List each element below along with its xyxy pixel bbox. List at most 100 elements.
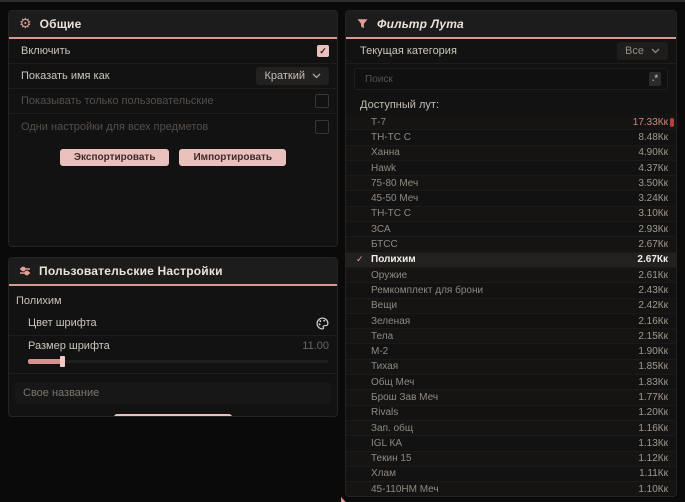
loot-row[interactable]: ✓ Rivals 1.20Кк (346, 406, 676, 421)
loot-row[interactable]: ✓ ЗСА 2.93Кк (346, 222, 676, 238)
loot-item-value: 3.10Кк (638, 208, 668, 220)
loot-item-value: 1.77Кк (638, 391, 668, 403)
font-color-row[interactable]: Цвет шрифта (9, 311, 337, 336)
delete-button[interactable]: Удалить (114, 414, 232, 416)
font-size-value: 11.00 (302, 340, 329, 352)
enable-checkbox[interactable]: ✓ (317, 45, 329, 57)
search-input[interactable]: Поиск .* (354, 68, 668, 90)
category-dropdown[interactable]: Все (617, 42, 668, 60)
loot-item-name: М-2 (371, 346, 389, 358)
loot-item-value: 2.61Кк (638, 269, 668, 281)
loot-row[interactable]: ✓ 45-50 Меч 3.24Кк (346, 191, 676, 207)
mouse-cursor-icon (340, 496, 350, 502)
loot-item-name: Тела (371, 330, 394, 342)
loot-row[interactable]: ✓ Полихим 2.67Кк (346, 252, 676, 268)
loot-item-value: 8.48Кк (638, 131, 668, 143)
gear-icon: ⚙ (19, 16, 32, 32)
slider-fill (28, 359, 62, 364)
setting-row-enable[interactable]: Включить ✓ (9, 39, 337, 64)
loot-item-name: Hawk (371, 162, 397, 174)
category-row[interactable]: Текущая категория Все (346, 39, 676, 64)
slider-handle[interactable] (60, 356, 65, 367)
enable-label: Включить (21, 45, 71, 57)
loot-item-name: ТН-ТС С (371, 131, 411, 143)
loot-row[interactable]: ✓ Вещи 2.42Кк (346, 298, 676, 314)
loot-row[interactable]: ✓ ТН-ТС С 3.10Кк (346, 206, 676, 223)
loot-item-name: Оружие (371, 269, 408, 281)
loot-row[interactable]: ✓ Оружие 2.61Кк (346, 267, 676, 284)
loot-row[interactable]: ✓ Зеленая 2.16Кк (346, 314, 676, 330)
font-size-row: Размер шрифта 11.00 (9, 336, 337, 374)
regex-icon[interactable]: .* (648, 72, 661, 86)
loot-item-name: 75-80 Меч (371, 177, 419, 189)
sliders-icon (19, 265, 31, 277)
loot-row[interactable]: ✓ Тела 2.15Кк (346, 329, 676, 345)
export-button[interactable]: Экспортировать (59, 149, 170, 166)
loot-item-value: 2.43Кк (638, 284, 668, 296)
loot-item-value: 1.12Кк (638, 453, 668, 465)
loot-list-label: Доступный лут: (360, 99, 440, 111)
scrollbar-thumb[interactable] (670, 118, 674, 127)
loot-item-value: 3.24Кк (638, 193, 668, 205)
loot-row[interactable]: ✓ Текин 15 1.12Кк (346, 451, 676, 467)
search-placeholder: Поиск (365, 73, 393, 85)
loot-item-value: 1.13Кк (638, 437, 668, 449)
loot-row[interactable]: ✓ IGL КА 1.13Кк (346, 436, 676, 452)
loot-item-name: 45-50 Меч (371, 193, 419, 205)
setting-row-display-name[interactable]: Показать имя как Краткий (9, 64, 337, 89)
palette-icon[interactable] (316, 316, 329, 330)
loot-row[interactable]: ✓ Зап. общ 1.16Кк (346, 420, 676, 437)
loot-row[interactable]: ✓ М-2 1.90Кк (346, 344, 676, 360)
loot-row[interactable]: ✓ ТН-ТС С 8.48Кк (346, 130, 676, 146)
loot-row[interactable]: ✓ 75-80 Меч 3.50Кк (346, 176, 676, 192)
panel-custom-settings: Пользовательские Настройки Полихим Цвет … (8, 257, 338, 417)
loot-item-name: Вещи (371, 300, 398, 312)
loot-row[interactable]: ✓ Общ Меч 1.83Кк (346, 375, 676, 391)
loot-row[interactable]: ✓ Хлам 1.11Кк (346, 467, 676, 483)
setting-row-same-settings[interactable]: Одни настройки для всех предметов (9, 114, 337, 139)
font-size-label: Размер шрифта (28, 340, 110, 352)
font-size-slider[interactable] (28, 356, 328, 367)
loot-item-name: ТН-ТС С (371, 208, 411, 220)
loot-row[interactable]: ✓ БТСС 2.67Кк (346, 237, 676, 253)
loot-row[interactable]: ✓ 45-110НМ Меч 1.10Кк (346, 482, 676, 496)
loot-item-value: 2.67Кк (637, 254, 668, 266)
loot-item-value: 4.37Кк (638, 162, 668, 174)
loot-row[interactable]: ✓ Ремкомплект для брони 2.43Кк (346, 283, 676, 299)
loot-row[interactable]: ✓ Т-7 17.33Кк (346, 115, 676, 131)
import-button[interactable]: Импортировать (179, 149, 287, 166)
font-color-label: Цвет шрифта (28, 317, 97, 329)
loot-item-value: 2.42Кк (638, 300, 668, 312)
panel-general: ⚙ Общие Включить ✓ Показать имя как Крат… (8, 10, 338, 247)
only-custom-checkbox[interactable] (315, 94, 329, 108)
loot-item-value: 3.50Кк (638, 177, 668, 189)
loot-row[interactable]: ✓ Тихая 1.85Кк (346, 359, 676, 376)
category-label: Текущая категория (360, 45, 457, 57)
only-custom-label: Показывать только пользовательские (21, 95, 214, 107)
loot-item-value: 1.83Кк (638, 376, 668, 388)
loot-item-name: Хлам (371, 468, 396, 480)
display-name-dropdown[interactable]: Краткий (256, 67, 329, 85)
panel-custom-body: Полихим Цвет шрифта Размер шрифта 11.00 (9, 286, 337, 416)
loot-item-name: ЗСА (371, 223, 391, 235)
loot-item-value: 2.67Кк (638, 239, 668, 251)
loot-row[interactable]: ✓ Брош Зав Меч 1.77Кк (346, 390, 676, 406)
loot-item-name: Т-7 (371, 116, 386, 128)
custom-name-input[interactable]: Свое название (15, 382, 331, 404)
loot-row[interactable]: ✓ Hawk 4.37Кк (346, 161, 676, 177)
setting-row-only-custom[interactable]: Показывать только пользовательские (9, 89, 337, 114)
app-root: ⚙ Общие Включить ✓ Показать имя как Крат… (0, 0, 685, 502)
funnel-icon (356, 18, 369, 30)
custom-name-placeholder: Свое название (23, 387, 100, 399)
loot-row[interactable]: ✓ Ханна 4.90Кк (346, 145, 676, 161)
same-settings-checkbox[interactable] (315, 119, 329, 134)
loot-item-name: Брош Зав Меч (371, 391, 439, 403)
loot-item-value: 2.16Кк (638, 315, 668, 327)
loot-item-value: 1.90Кк (638, 346, 668, 358)
loot-item-name: Ханна (371, 147, 400, 159)
panel-general-title: Общие (39, 17, 82, 31)
slider-track (28, 360, 328, 363)
category-value: Все (625, 45, 644, 57)
loot-item-name: Тихая (371, 361, 399, 373)
panel-filter-title: Фильтр Лута (377, 17, 464, 31)
